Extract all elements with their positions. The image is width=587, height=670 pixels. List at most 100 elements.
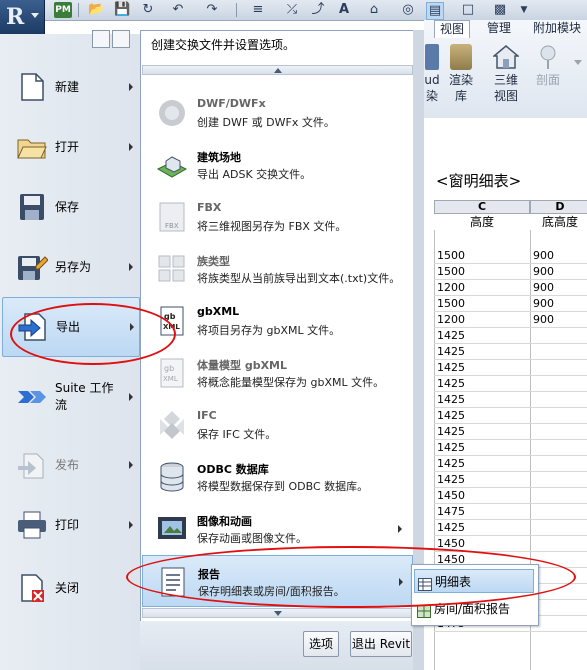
section-button[interactable]: 剖面 [530,44,566,88]
height-cell[interactable]: 1425 [437,328,465,344]
chevron-right-icon [129,263,133,271]
tab-label: 视图 [440,22,465,36]
height-cell[interactable]: 1425 [437,408,465,424]
height-cell[interactable]: 1425 [437,392,465,408]
sill-height-cell[interactable]: 900 [533,280,554,296]
height-cell[interactable]: 1450 [437,536,465,552]
view-icon[interactable]: ◎ [400,2,416,18]
options-button[interactable]: 选项 [303,631,339,657]
flyout-item-schedule[interactable]: 明细表 [414,569,534,593]
height-cell[interactable]: 1500 [437,248,465,264]
section-dropdown[interactable] [572,44,584,84]
button-label: 视图 [493,89,518,103]
3d-view-button[interactable]: 三维 视图 [488,44,524,104]
button-label: 库 [454,89,467,103]
menu-export[interactable]: 导出 [2,297,140,357]
sync-icon[interactable]: ↻ [140,2,156,18]
menu-publish[interactable]: 发布 [2,436,138,494]
open-documents-icon[interactable] [112,30,130,48]
export-dwf[interactable]: DWF/DWFx 创建 DWF 或 DWFx 文件。 [142,87,413,139]
button-label: 剖面 [535,73,560,87]
item-desc: 将三维视图另存为 FBX 文件。 [197,220,347,233]
undo-icon[interactable]: ↶ [170,2,186,18]
home-icon[interactable]: ⌂ [366,2,382,18]
height-cell[interactable]: 1425 [437,456,465,472]
height-cell[interactable]: 1425 [437,472,465,488]
scroll-up-button[interactable] [142,65,413,75]
sill-height-cell[interactable]: 900 [533,296,554,312]
height-cell[interactable]: 1500 [437,264,465,280]
dimension2-icon[interactable]: ⤴ [310,2,326,18]
height-cell[interactable]: 1425 [437,344,465,360]
svg-text:gb: gb [164,312,176,321]
switch-windows-icon[interactable]: ▤ [426,2,444,20]
tab-addins[interactable]: 附加模块 [528,20,586,37]
sill-height-cell[interactable]: 900 [533,248,554,264]
height-cell[interactable]: 1425 [437,520,465,536]
export-ifc[interactable]: IFC 保存 IFC 文件。 [142,399,413,451]
export-family-types[interactable]: 族类型 将族类型从当前族导出到文本(.txt)文件。 [142,243,413,295]
height-cell[interactable]: 1425 [437,424,465,440]
qat-dropdown-icon[interactable]: ▼ [516,2,532,18]
menu-label: 新建 [55,79,80,94]
chevron-right-icon [129,83,133,91]
export-images-animations[interactable]: 图像和动画 保存动画或图像文件。 [142,503,413,555]
exit-revit-button[interactable]: 退出 Revit [350,631,412,657]
flyout-item-room-area-report[interactable]: 房间/面积报告 [414,597,534,621]
menu-open[interactable]: 打开 [2,118,138,176]
pm-icon[interactable]: PM [54,2,72,18]
text-icon[interactable]: A [336,2,352,18]
sill-height-cell[interactable]: 900 [533,312,554,328]
export-fbx[interactable]: FBX FBX 将三维视图另存为 FBX 文件。 [142,191,413,243]
open-folder-icon [16,132,48,162]
export-odbc[interactable]: ODBC 数据库 将模型数据保存到 ODBC 数据库。 [142,451,413,503]
quick-access-toolbar: PM 📂 💾 ↻ ↶ ↷ ≡ ⤰ ⤴ A ⌂ ◎ ▤ □ ▩ ▼ [0,0,587,21]
open-icon[interactable]: 📂 [88,2,104,18]
cloud-render-button[interactable]: ud 染 [424,44,440,104]
menu-label: 打印 [55,517,80,532]
height-cell[interactable]: 1425 [437,376,465,392]
column-letter-d[interactable]: D [530,200,587,214]
recent-documents-icon[interactable] [92,30,110,48]
revit-app-button[interactable]: R [0,0,45,35]
height-cell[interactable]: 1425 [437,360,465,376]
save-icon[interactable]: 💾 [114,2,130,18]
export-building-site[interactable]: 建筑场地 导出 ADSK 交换文件。 [142,139,413,191]
export-reports[interactable]: 报告 保存明细表或房间/面积报告。 [142,555,413,607]
item-title: DWF/DWFx [197,97,266,110]
render-gallery-icon [450,44,472,70]
tab-manage[interactable]: 管理 [482,20,516,37]
menu-new[interactable]: 新建 [2,58,138,116]
menu-save-as[interactable]: 另存为 [2,238,138,296]
mass-gbxml-icon: gb XML [156,357,188,389]
item-desc: 将族类型从当前族导出到文本(.txt)文件。 [197,272,401,285]
scroll-down-button[interactable] [142,608,413,618]
chevron-right-icon [398,525,402,533]
dimension-icon[interactable]: ⤰ [284,2,300,18]
height-cell[interactable]: 1425 [437,440,465,456]
user-interface-icon[interactable]: ▩ [492,2,508,18]
measure-icon[interactable]: ≡ [250,2,266,18]
sill-height-cell[interactable]: 900 [533,264,554,280]
menu-save[interactable]: 保存 [2,178,138,236]
height-cell[interactable]: 1200 [437,280,465,296]
height-cell[interactable]: 1475 [437,504,465,520]
export-gbxml[interactable]: gb XML gbXML 将项目另存为 gbXML 文件。 [142,295,413,347]
menu-print[interactable]: 打印 [2,496,138,554]
recent-docs-toolbar [92,30,132,48]
item-desc: 创建 DWF 或 DWFx 文件。 [197,116,335,129]
export-mass-gbxml[interactable]: gb XML 体量模型 gbXML 将概念能量模型保存为 gbXML 文件。 [142,347,413,399]
height-cell[interactable]: 1450 [437,488,465,504]
column-letter-c[interactable]: C [434,200,530,214]
redo-icon[interactable]: ↷ [204,2,220,18]
item-desc: 将项目另存为 gbXML 文件。 [197,324,341,337]
button-label: ud [424,73,440,87]
menu-suite-workflow[interactable]: Suite 工作流 [2,368,138,426]
height-cell[interactable]: 1200 [437,312,465,328]
panel-title: 创建交换文件并设置选项。 [141,31,414,59]
height-cell[interactable]: 1500 [437,296,465,312]
render-gallery-button[interactable]: 渲染 库 [444,44,478,104]
close-hidden-icon[interactable]: □ [460,2,476,18]
menu-close[interactable]: 关闭 [2,559,138,617]
tab-view-active[interactable]: 视图 [434,20,471,38]
